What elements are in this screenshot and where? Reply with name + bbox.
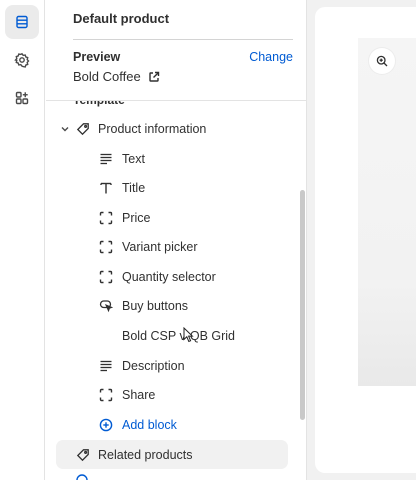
block-label: Variant picker [122, 239, 198, 254]
block-title[interactable]: Title [56, 173, 288, 202]
block-price[interactable]: Price [56, 203, 288, 232]
preview-product-name: Bold Coffee [73, 69, 141, 84]
section-label: Related products [98, 447, 193, 462]
block-frame-icon [99, 388, 113, 402]
section-label: Product information [98, 121, 207, 136]
zoom-in-icon [376, 55, 388, 67]
block-quantity-selector[interactable]: Quantity selector [56, 262, 288, 291]
app-embeds-button[interactable] [5, 81, 39, 115]
block-frame-icon [99, 240, 113, 254]
text-lines-icon [99, 152, 113, 166]
block-label: Description [122, 358, 185, 373]
sections-panel: Default product Preview Change Bold Coff… [46, 0, 306, 480]
block-buy-buttons[interactable]: Buy buttons [56, 291, 288, 320]
preview-label: Preview [73, 50, 121, 64]
theme-settings-button[interactable] [5, 43, 39, 77]
block-text[interactable]: Text [56, 144, 288, 173]
divider [73, 39, 293, 40]
icon-rail [0, 0, 45, 480]
block-label: Buy buttons [122, 298, 189, 313]
section-product-information[interactable]: Product information [56, 114, 288, 143]
block-label: Quantity selector [122, 269, 216, 284]
preview-product[interactable]: Bold Coffee [73, 69, 160, 84]
block-variant-picker[interactable]: Variant picker [56, 232, 288, 261]
block-description[interactable]: Description [56, 351, 288, 380]
block-label: Bold CSP v-QB Grid [122, 328, 236, 343]
zoom-button[interactable] [369, 48, 395, 74]
preview-separator [46, 100, 306, 101]
section-related-products[interactable]: Related products [56, 440, 288, 469]
sections-button[interactable] [5, 5, 39, 39]
block-label: Share [122, 387, 156, 402]
next-section-icon [76, 474, 88, 480]
tag-icon [76, 122, 90, 136]
sections-icon [16, 15, 28, 29]
chevron-down-icon[interactable] [59, 123, 71, 135]
add-block-label: Add block [122, 417, 177, 432]
tag-icon [76, 448, 90, 462]
external-link-icon [149, 71, 159, 82]
block-label: Price [122, 210, 151, 225]
block-frame-icon [99, 211, 113, 225]
block-bold-csp-grid[interactable]: Bold CSP v-QB Grid [56, 321, 288, 350]
block-label: Text [122, 151, 145, 166]
block-share[interactable]: Share [56, 380, 288, 409]
mouse-cursor-icon [183, 327, 194, 343]
page-title: Default product [73, 11, 170, 26]
gear-icon [14, 52, 30, 68]
block-label: Title [122, 180, 146, 195]
text-lines-icon [99, 359, 113, 373]
change-preview-link[interactable]: Change [249, 50, 293, 64]
apps-icon [15, 91, 29, 105]
product-image[interactable] [358, 38, 416, 386]
panel-scrollbar-thumb[interactable] [300, 190, 305, 420]
title-t-icon [99, 181, 113, 195]
plus-circle-icon [99, 418, 113, 432]
add-block-button[interactable]: Add block [56, 410, 288, 439]
block-frame-icon [99, 270, 113, 284]
buy-cursor-icon [99, 299, 113, 313]
